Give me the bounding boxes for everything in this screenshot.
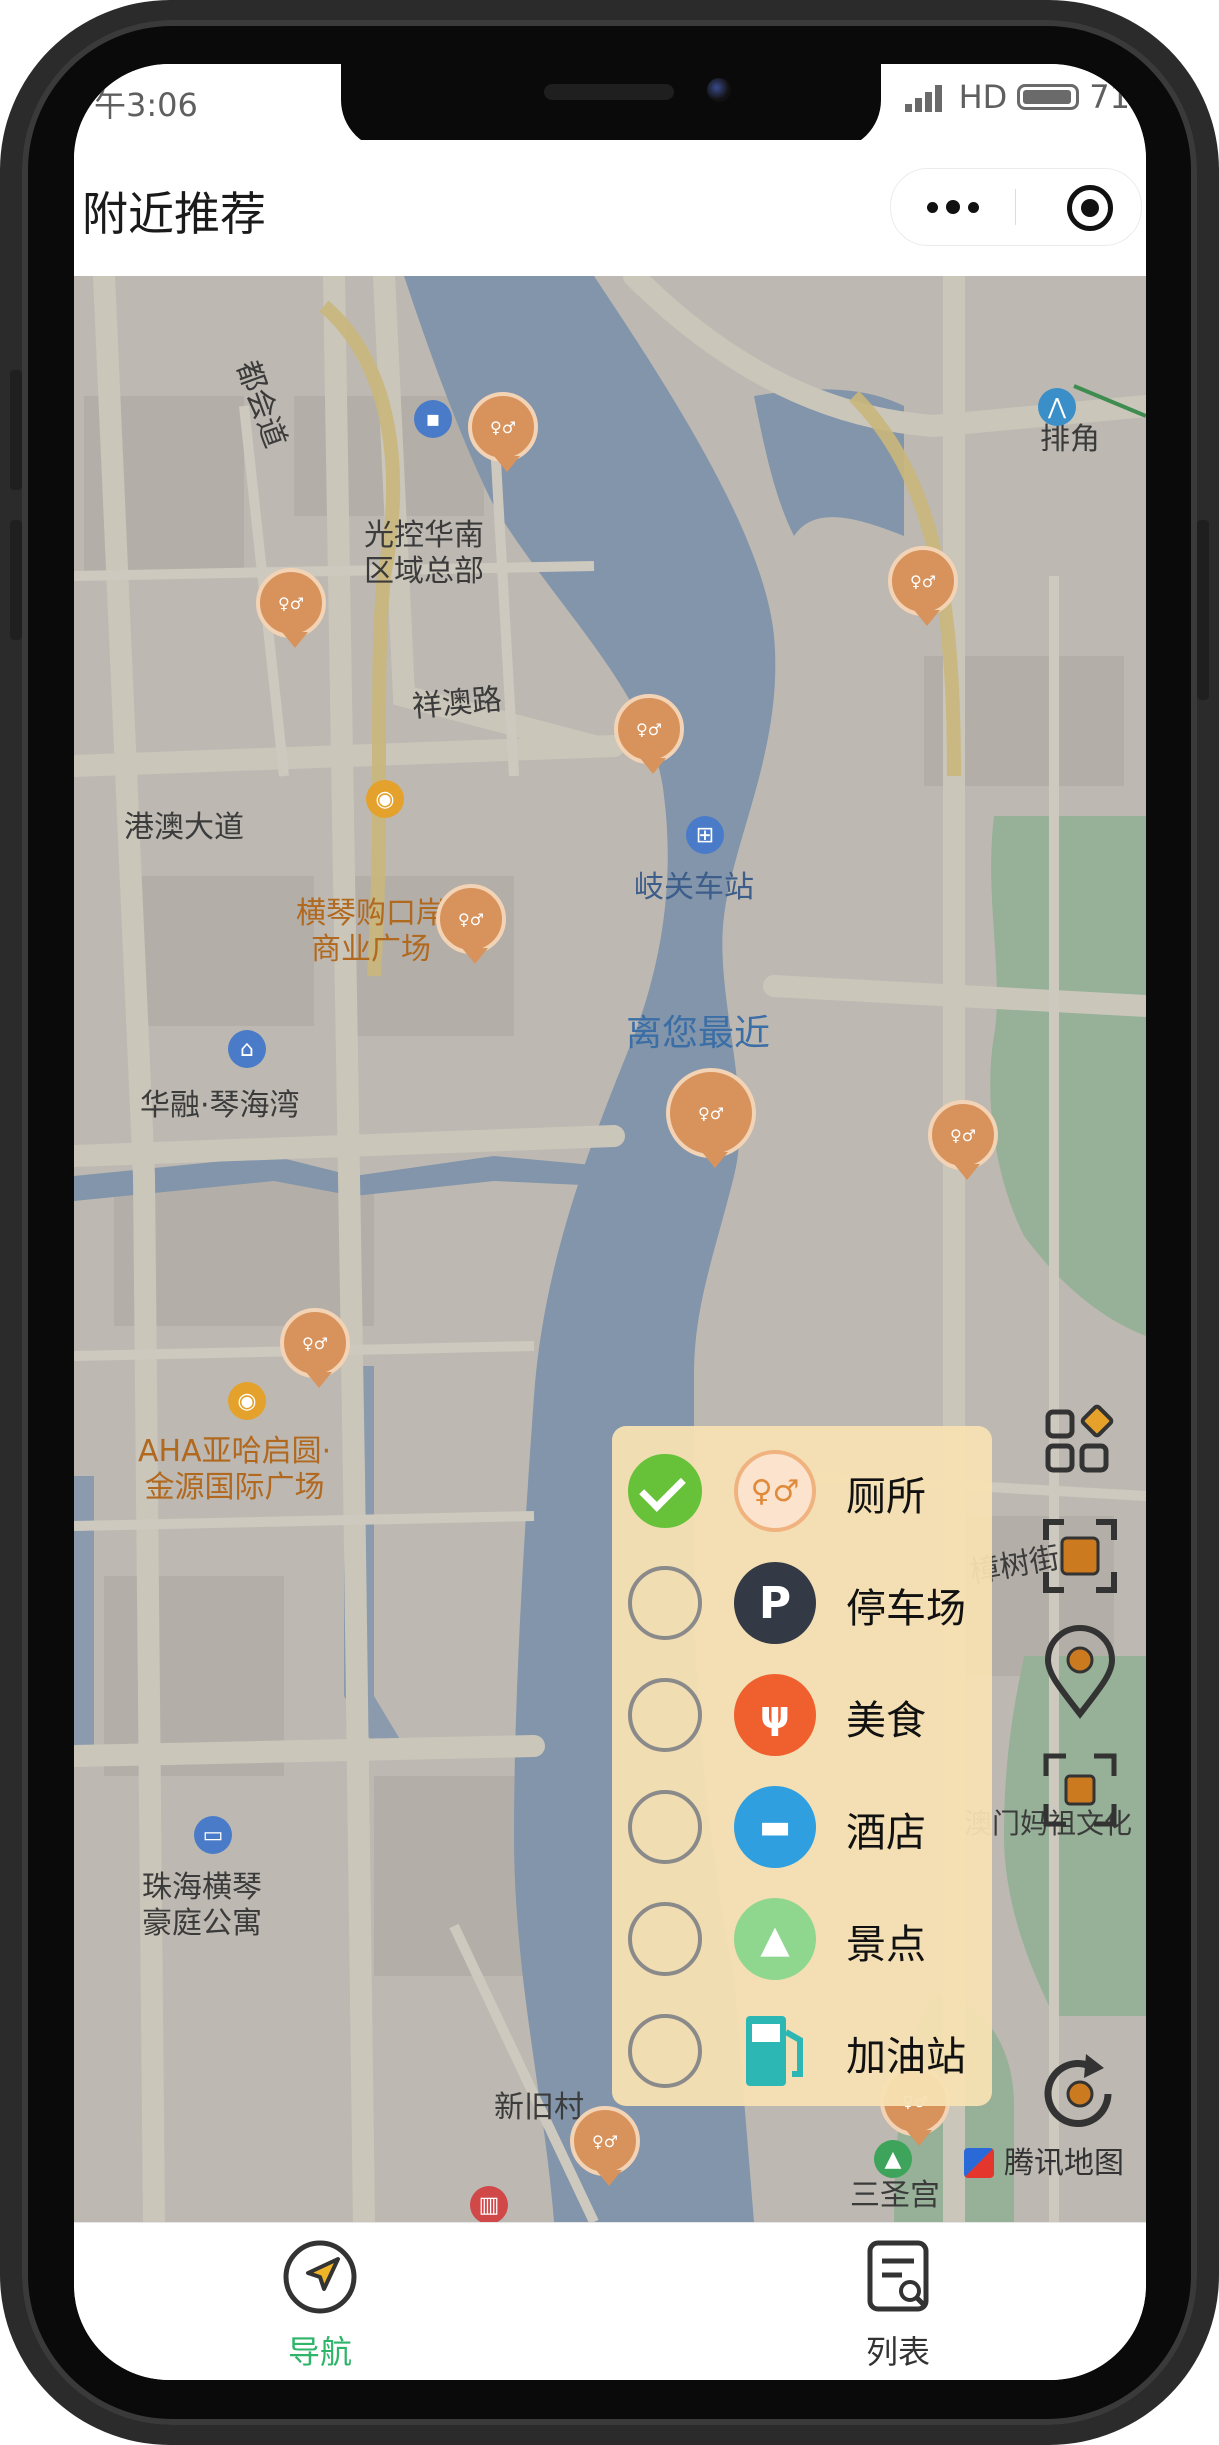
map-label-nearest: 离您最近: [626, 1013, 771, 1054]
scan-area-button[interactable]: [1030, 1506, 1130, 1606]
bus-station-icon: ⊞: [686, 816, 724, 854]
map-label-paijiao: 排角: [1040, 422, 1100, 457]
filter-label: 景点: [846, 1922, 926, 1968]
map-label-qiguan-station: 岐关车站: [634, 870, 754, 905]
location-pin-button[interactable]: [1030, 1624, 1130, 1724]
tab-navigation[interactable]: 导航: [220, 2237, 420, 2371]
category-toggle-button[interactable]: [1030, 1392, 1130, 1492]
toilet-pin-icon[interactable]: ♀♂: [280, 1308, 350, 1388]
bottom-tab-bar: 导航 列表: [74, 2222, 1146, 2380]
residence-icon: ⌂: [228, 1030, 266, 1068]
transit-icon: ⋀: [1038, 388, 1076, 426]
checkbox-unchecked[interactable]: [628, 2014, 702, 2088]
mini-program-capsule: [890, 168, 1142, 246]
shopping-icon: ◉: [228, 1382, 266, 1420]
more-dots-icon: [927, 201, 938, 213]
filter-item-toilet[interactable]: ♀♂ 厕所: [612, 1430, 992, 1542]
front-camera: [707, 78, 731, 102]
scenic-icon: ▲: [734, 1898, 816, 1980]
notch: [341, 64, 881, 150]
power-button: [1197, 520, 1209, 700]
checkbox-unchecked[interactable]: [628, 1678, 702, 1752]
toilet-pin-icon[interactable]: ♀♂: [468, 392, 538, 472]
location-pin-icon: [1044, 1625, 1116, 1719]
filter-item-parking[interactable]: P 停车场: [612, 1542, 992, 1654]
filter-item-gas-station[interactable]: 加油站: [612, 1990, 992, 2102]
category-filter-panel: ♀♂ 厕所 P 停车场 ψ 美食 ▬ 酒店 ▲ 景点 加油站: [612, 1426, 992, 2106]
close-mini-program-button[interactable]: [1067, 185, 1113, 231]
toilet-pin-icon[interactable]: ♀♂: [436, 884, 506, 964]
toilet-pin-icon[interactable]: ♀♂: [256, 568, 326, 648]
checkbox-unchecked[interactable]: [628, 1790, 702, 1864]
food-icon: ψ: [734, 1674, 816, 1756]
more-button[interactable]: [891, 169, 1015, 245]
navigation-icon: [283, 2240, 357, 2314]
map-logo-text: 腾讯地图: [1004, 2146, 1124, 2181]
app-header: 附近推荐: [74, 140, 1146, 276]
toilet-pin-icon[interactable]: ♀♂: [614, 694, 684, 774]
checkbox-unchecked[interactable]: [628, 1902, 702, 1976]
map-view[interactable]: 都会道 光控华南 区域总部 祥澳路 港澳大道 岐关车站 横琴购口岸 商业广场 离…: [74, 276, 1146, 2222]
landmark-icon: ▥: [470, 2186, 508, 2222]
page-title: 附近推荐: [82, 187, 266, 241]
map-label-xinjiu-village: 新旧村: [494, 2090, 584, 2125]
refresh-icon: [1044, 2054, 1112, 2127]
scan-icon: [1043, 1519, 1117, 1593]
filter-item-food[interactable]: ψ 美食: [612, 1654, 992, 1766]
screen: 午3:06 HD 71 附近推荐 都会道 光控华南 区域总部 祥澳路 港澳大道 …: [74, 64, 1146, 2380]
hotel-icon: ▬: [734, 1786, 816, 1868]
tab-label: 导航: [287, 2333, 352, 2371]
battery-icon: [1017, 84, 1080, 110]
toilet-pin-icon[interactable]: ♀♂: [928, 1100, 998, 1180]
volume-down-button: [10, 520, 22, 640]
volume-up-button: [10, 370, 22, 490]
speaker-grille: [544, 84, 674, 100]
tab-label: 列表: [865, 2333, 930, 2371]
battery-level: 71: [1089, 78, 1130, 116]
tab-list[interactable]: 列表: [798, 2237, 998, 2371]
map-label-aha-plaza: AHA亚哈启圆· 金源国际广场: [138, 1434, 332, 1505]
parking-icon: P: [734, 1562, 816, 1644]
shopping-icon: ◉: [366, 780, 404, 818]
gas-station-icon: [734, 2010, 816, 2092]
filter-label: 酒店: [846, 1810, 926, 1856]
hotel-icon: ▭: [194, 1816, 232, 1854]
filter-item-hotel[interactable]: ▬ 酒店: [612, 1766, 992, 1878]
checkbox-checked[interactable]: [628, 1454, 702, 1528]
building-icon: ▪: [414, 400, 452, 438]
filter-label: 加油站: [846, 2034, 966, 2080]
filter-label: 停车场: [846, 1586, 966, 1632]
toilet-icon: ♀♂: [734, 1450, 816, 1532]
map-label-guangkong: 光控华南 区域总部: [364, 518, 484, 589]
toilet-pin-icon[interactable]: ♀♂: [888, 546, 958, 626]
nearest-toilet-pin-icon[interactable]: ♀♂: [666, 1068, 756, 1168]
refresh-button[interactable]: [1030, 2044, 1130, 2144]
signal-icon: [904, 82, 949, 112]
map-label-gangao-avenue: 港澳大道: [124, 810, 244, 845]
status-time: 午3:06: [94, 86, 198, 124]
filter-item-scenic[interactable]: ▲ 景点: [612, 1878, 992, 1990]
category-grid-icon: [1045, 1404, 1114, 1473]
tencent-map-logo-icon: [964, 2148, 994, 2178]
map-label-hengqin-port: 横琴购口岸 商业广场: [296, 896, 446, 967]
map-label-sansheng-palace: 三圣宫: [850, 2178, 940, 2213]
locate-me-button[interactable]: [1030, 1740, 1130, 1840]
checkbox-unchecked[interactable]: [628, 1566, 702, 1640]
network-type: HD: [958, 78, 1008, 116]
filter-label: 厕所: [846, 1474, 926, 1520]
map-label-zhuhai-court: 珠海横琴 豪庭公寓: [142, 1870, 262, 1941]
list-icon: [867, 2240, 929, 2312]
capsule-divider: [1015, 189, 1016, 225]
status-indicators: HD 71: [904, 78, 1130, 116]
toilet-pin-icon[interactable]: ♀♂: [570, 2106, 640, 2186]
map-label-huarong: 华融·琴海湾: [140, 1088, 300, 1123]
locate-target-icon: [1043, 1753, 1117, 1827]
filter-label: 美食: [846, 1698, 926, 1744]
